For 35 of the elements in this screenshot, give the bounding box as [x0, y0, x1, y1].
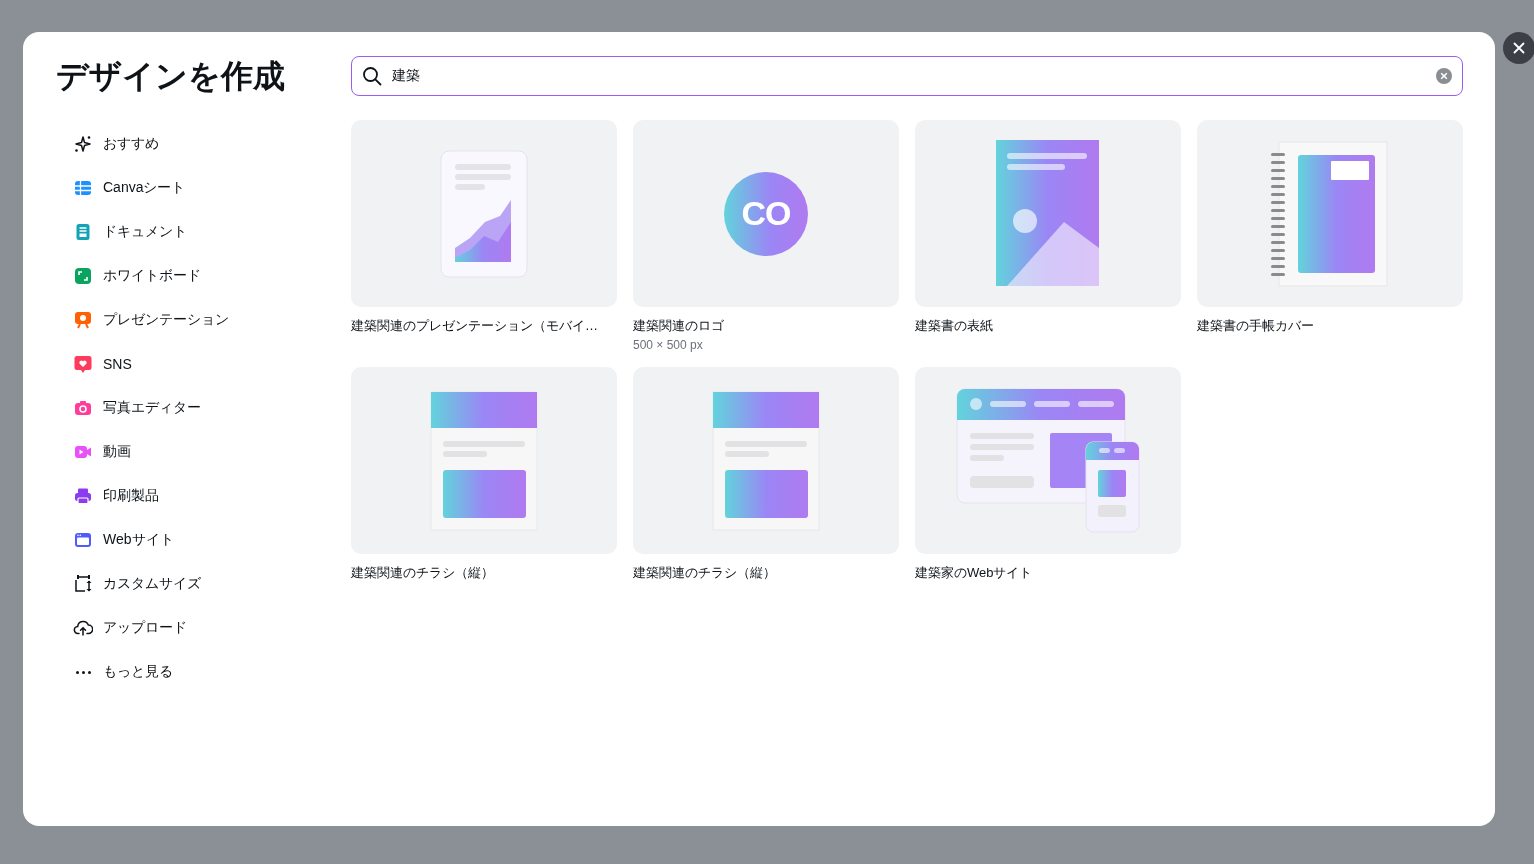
template-thumbnail[interactable] [915, 120, 1181, 307]
template-title: 建築関連のプレゼンテーション（モバイ… [351, 317, 599, 335]
template-thumbnail[interactable] [351, 120, 617, 307]
template-title: 建築家のWebサイト [915, 564, 1034, 582]
template-thumbnail[interactable] [351, 367, 617, 554]
sidebar-item[interactable]: アップロード [56, 606, 296, 650]
template-thumbnail[interactable] [633, 367, 899, 554]
template-title: 建築書の手帳カバー [1197, 317, 1315, 335]
sidebar-item[interactable]: 動画 [56, 430, 296, 474]
sidebar-item[interactable]: 写真エディター [56, 386, 296, 430]
sidebar-item[interactable]: Webサイト [56, 518, 296, 562]
sidebar-item[interactable]: プレゼンテーション [56, 298, 296, 342]
logo-badge: CO [724, 171, 808, 256]
template-thumbnail[interactable] [915, 367, 1181, 554]
close-button[interactable] [1503, 32, 1534, 64]
template-title: 建築関連のチラシ（縦） [351, 564, 495, 582]
sidebar-item[interactable]: おすすめ [56, 122, 296, 166]
sidebar-item[interactable]: 印刷製品 [56, 474, 296, 518]
clear-icon[interactable] [1436, 68, 1452, 84]
template-size: 500 × 500 px [633, 337, 704, 353]
sidebar-item[interactable]: カスタムサイズ [56, 562, 296, 606]
close-icon [1513, 42, 1525, 54]
dialog-title: デザインを作成 [56, 57, 285, 96]
template-title: 建築関連のロゴ [633, 317, 725, 335]
sidebar-item[interactable]: もっと見る [56, 650, 296, 694]
search-icon [362, 66, 382, 86]
search-field[interactable]: 建築 [351, 56, 1463, 96]
sidebar-item[interactable]: ホワイトボード [56, 254, 296, 298]
sidebar-item[interactable]: SNS [56, 342, 296, 386]
template-title: 建築関連のチラシ（縦） [633, 564, 777, 582]
sidebar-item[interactable]: Canvaシート [56, 166, 296, 210]
search-input[interactable]: 建築 [392, 68, 1426, 84]
sidebar-item[interactable]: ドキュメント [56, 210, 296, 254]
template-thumbnail[interactable] [1197, 120, 1463, 307]
template-title: 建築書の表紙 [915, 317, 994, 335]
